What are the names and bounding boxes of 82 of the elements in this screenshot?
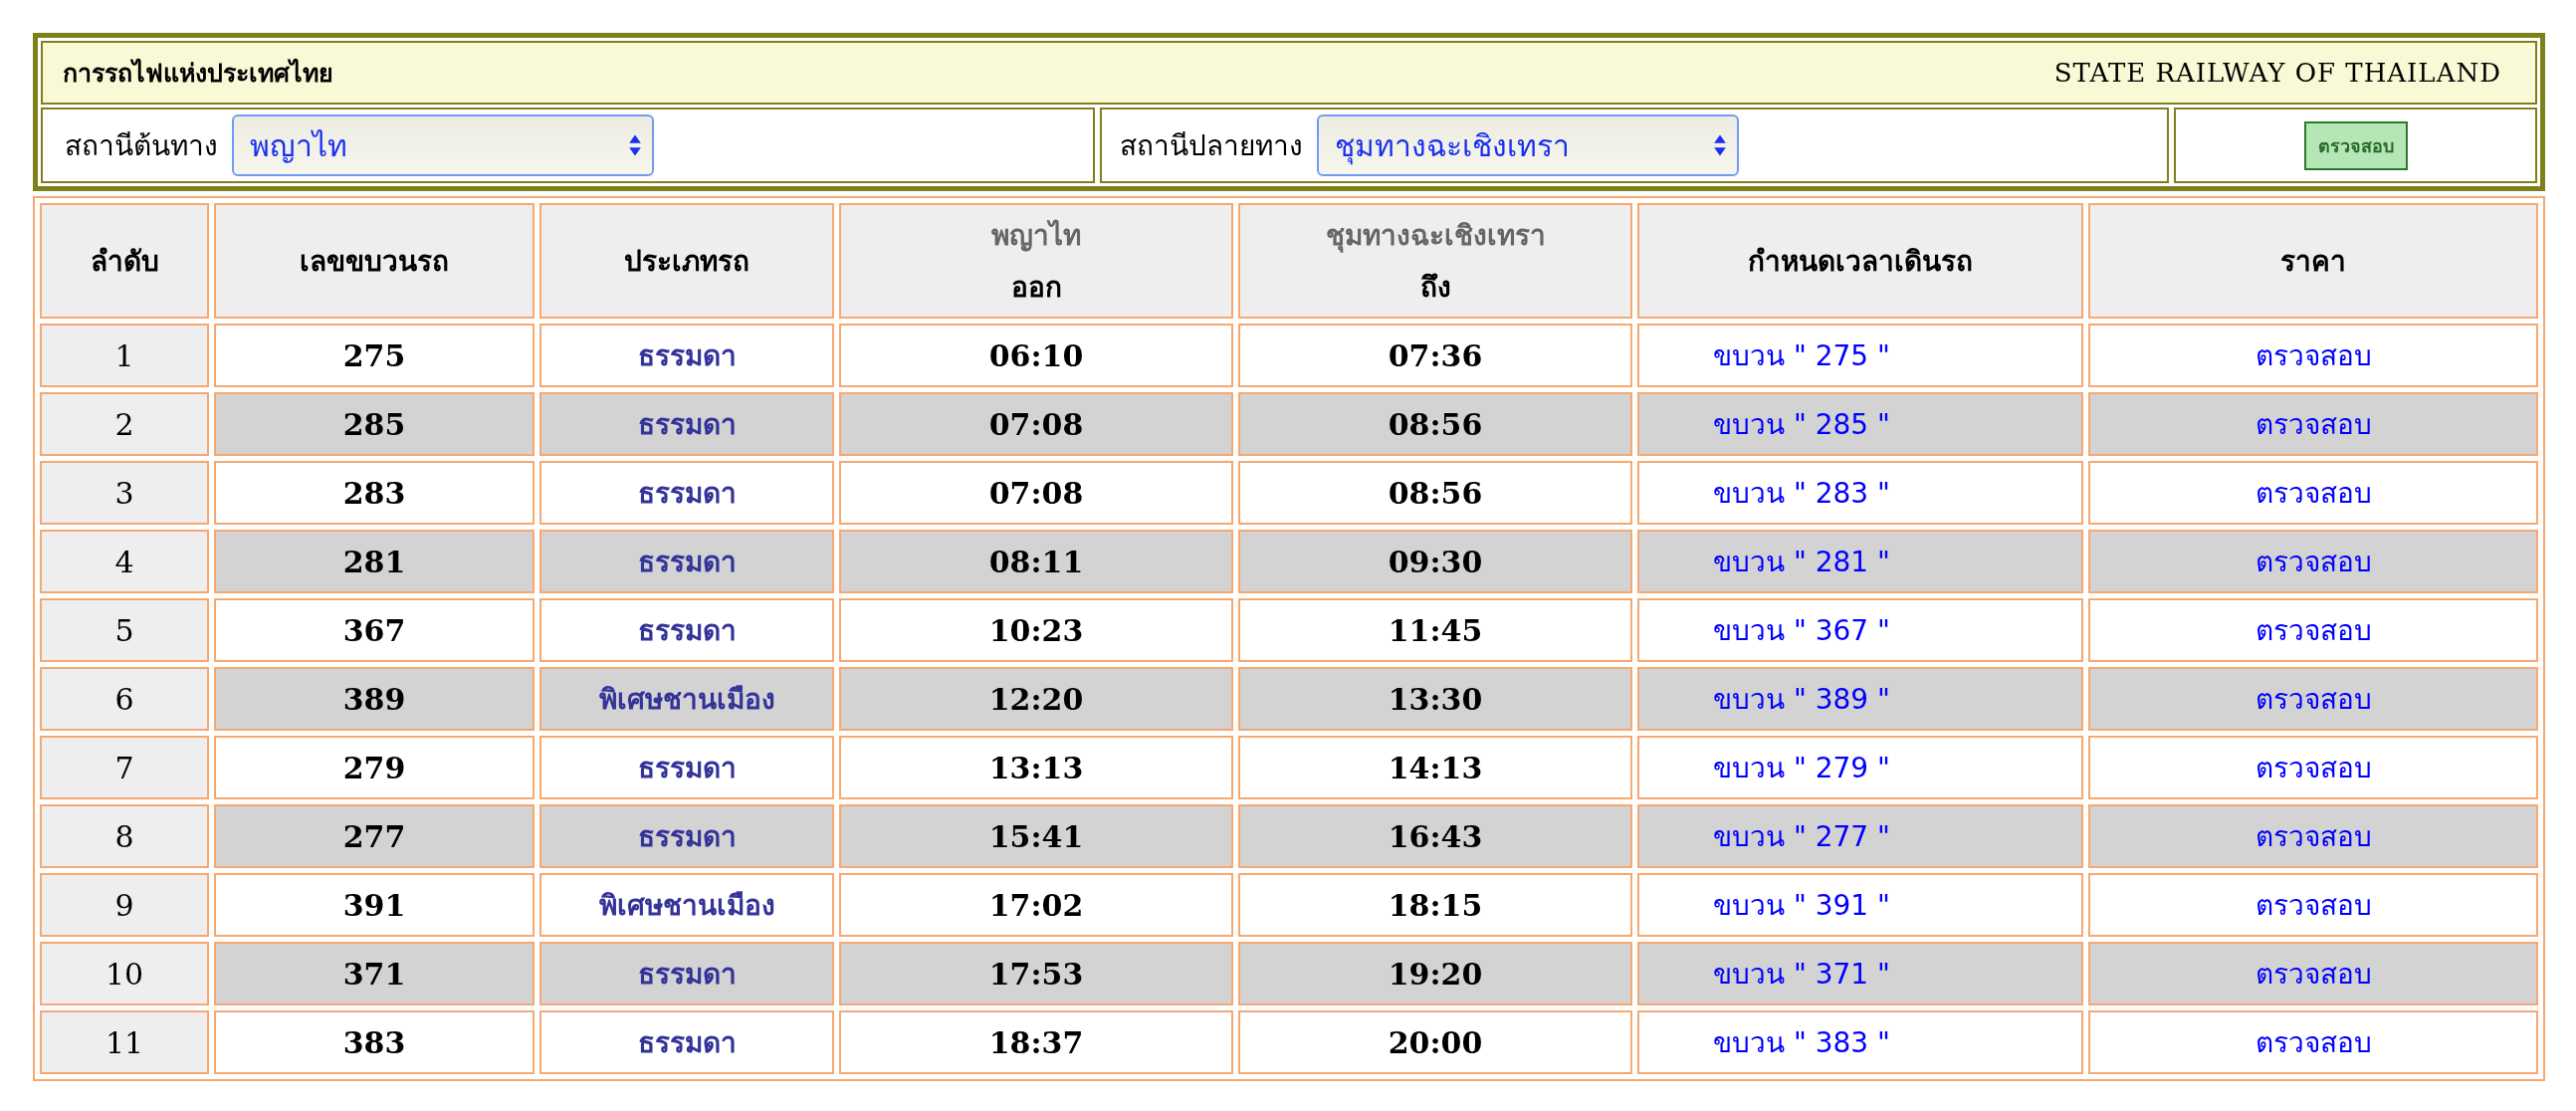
- table-cell: 10: [40, 942, 209, 1005]
- table-cell: 9: [40, 873, 209, 937]
- site-title: การรถไฟแห่งประเทศไทย: [63, 57, 333, 90]
- table-cell: 19:20: [1238, 942, 1632, 1005]
- price-link[interactable]: ตรวจสอบ: [2254, 339, 2372, 372]
- table-cell: 13:13: [839, 736, 1233, 799]
- table-cell: 20:00: [1238, 1010, 1632, 1074]
- table-cell: 08:56: [1238, 392, 1632, 456]
- table-cell: 389: [214, 667, 535, 731]
- check-button[interactable]: ตรวจสอบ: [2303, 120, 2408, 170]
- table-cell: 2: [40, 392, 209, 456]
- table-cell: 5: [40, 598, 209, 662]
- column-header: กำหนดเวลาเดินรถ: [1637, 203, 2083, 319]
- column-header: ลำดับ: [40, 203, 209, 319]
- table-cell: 13:30: [1238, 667, 1632, 731]
- table-cell: 07:08: [839, 392, 1233, 456]
- price-link[interactable]: ตรวจสอบ: [2254, 820, 2372, 853]
- column-label: ถึง: [1418, 270, 1452, 306]
- table-cell: 16:43: [1238, 804, 1632, 868]
- site-title-english: STATE RAILWAY OF THAILAND: [2053, 58, 2501, 88]
- table-cell: 383: [214, 1010, 535, 1074]
- table-cell: 285: [214, 392, 535, 456]
- table-cell: 277: [214, 804, 535, 868]
- table-cell: 3: [40, 461, 209, 525]
- station-name: ชุมทางฉะเชิงเทรา: [1324, 218, 1547, 255]
- price-link[interactable]: ตรวจสอบ: [2254, 408, 2372, 441]
- table-cell: 07:08: [839, 461, 1233, 525]
- table-cell: 18:15: [1238, 873, 1632, 937]
- table-cell: 17:02: [839, 873, 1233, 937]
- price-link[interactable]: ตรวจสอบ: [2254, 614, 2372, 647]
- table-cell: 07:36: [1238, 324, 1632, 387]
- table-cell: 281: [214, 530, 535, 593]
- up-down-arrows-icon: [628, 132, 642, 158]
- table-cell: 6: [40, 667, 209, 731]
- table-cell: 283: [214, 461, 535, 525]
- column-header: ประเภทรถ: [539, 203, 834, 319]
- table-cell: 11:45: [1238, 598, 1632, 662]
- table-cell: 06:10: [839, 324, 1233, 387]
- train-type-link[interactable]: ธรรมดา: [637, 614, 737, 647]
- train-type-link[interactable]: ธรรมดา: [637, 958, 737, 991]
- price-link[interactable]: ตรวจสอบ: [2254, 752, 2372, 784]
- table-cell: 11: [40, 1010, 209, 1074]
- table-cell: 18:37: [839, 1010, 1233, 1074]
- column-header: เลขขบวนรถ: [214, 203, 535, 319]
- price-link[interactable]: ตรวจสอบ: [2254, 477, 2372, 510]
- station-name: พญาไท: [990, 218, 1082, 254]
- field-label: สถานีต้นทาง: [65, 128, 218, 164]
- table-cell: 1: [40, 324, 209, 387]
- station-dropdown[interactable]: พญาไท: [232, 114, 654, 176]
- table-cell: 371: [214, 942, 535, 1005]
- table-cell: 367: [214, 598, 535, 662]
- train-type-link[interactable]: ธรรมดา: [637, 477, 737, 510]
- train-type-link[interactable]: ธรรมดา: [637, 408, 737, 441]
- column-header: ราคา: [2088, 203, 2538, 319]
- price-link[interactable]: ตรวจสอบ: [2254, 683, 2372, 716]
- table-cell: 279: [214, 736, 535, 799]
- train-type-link[interactable]: ธรรมดา: [637, 752, 737, 784]
- table-cell: 14:13: [1238, 736, 1632, 799]
- table-cell: 17:53: [839, 942, 1233, 1005]
- table-cell: 391: [214, 873, 535, 937]
- up-down-arrows-icon: [1713, 132, 1727, 158]
- table-cell: 10:23: [839, 598, 1233, 662]
- column-label: ออก: [1009, 270, 1063, 306]
- train-type-link[interactable]: ธรรมดา: [637, 546, 737, 578]
- table-cell: 15:41: [839, 804, 1233, 868]
- table-cell: 7: [40, 736, 209, 799]
- train-type-link[interactable]: ธรรมดา: [637, 339, 737, 372]
- table-cell: 08:56: [1238, 461, 1632, 525]
- table-cell: 08:11: [839, 530, 1233, 593]
- price-link[interactable]: ตรวจสอบ: [2254, 958, 2372, 991]
- station-dropdown[interactable]: ชุมทางฉะเชิงเทรา: [1317, 114, 1739, 176]
- table-cell: 09:30: [1238, 530, 1632, 593]
- field-label: สถานีปลายทาง: [1120, 128, 1303, 164]
- table-cell: 8: [40, 804, 209, 868]
- table-cell: 12:20: [839, 667, 1233, 731]
- train-type-link[interactable]: ธรรมดา: [637, 1026, 737, 1059]
- train-type-link[interactable]: ธรรมดา: [637, 820, 737, 853]
- price-link[interactable]: ตรวจสอบ: [2254, 889, 2372, 922]
- price-link[interactable]: ตรวจสอบ: [2254, 1026, 2372, 1059]
- table-cell: 275: [214, 324, 535, 387]
- table-cell: 4: [40, 530, 209, 593]
- price-link[interactable]: ตรวจสอบ: [2254, 546, 2372, 578]
